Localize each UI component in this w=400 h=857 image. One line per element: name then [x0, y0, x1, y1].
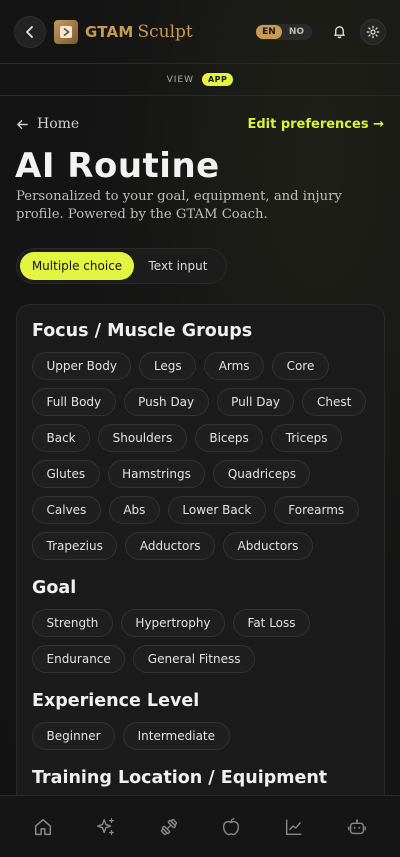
goal-chip-general-fitness[interactable]: General Fitness	[133, 645, 255, 673]
focus-chip-quadriceps[interactable]: Quadriceps	[213, 460, 311, 488]
location-section-title: Training Location / Equipment	[32, 768, 328, 788]
nav-home[interactable]	[25, 809, 61, 845]
focus-chip-list: Upper Body Legs Arms Core Full Body Push Day P…	[32, 352, 377, 560]
focus-chip-trapezius[interactable]: Trapezius	[32, 532, 118, 560]
home-link[interactable]: Home	[16, 116, 79, 132]
location-section: Training Location / Equipment	[32, 768, 384, 790]
focus-chip-arms[interactable]: Arms	[204, 352, 265, 380]
robot-icon	[347, 818, 366, 834]
goal-chip-endurance[interactable]: Endurance	[32, 645, 126, 673]
apple-icon	[223, 817, 240, 835]
chart-line-icon	[285, 819, 302, 835]
focus-chip-lower-back[interactable]: Lower Back	[167, 496, 266, 524]
logo-icon	[54, 19, 78, 44]
focus-section-title: Focus / Muscle Groups	[32, 321, 253, 341]
breadcrumb-row: Home Edit preferences →	[16, 114, 384, 134]
view-app-badge[interactable]: APP	[201, 73, 234, 86]
focus-chip-pull-day[interactable]: Pull Day	[216, 388, 295, 416]
page-subtitle: Personalized to your goal, equipment, an…	[16, 189, 342, 222]
text-input-tab[interactable]: Text input	[134, 252, 222, 280]
focus-section: Focus / Muscle Groups Upper Body Legs Arms…	[32, 321, 384, 560]
experience-chip-intermediate[interactable]: Intermediate	[123, 722, 230, 750]
view-switcher: VIEW APP	[0, 64, 400, 96]
routine-options-card: Focus / Muscle Groups Upper Body Legs Arms…	[16, 304, 385, 857]
goal-chip-strength[interactable]: Strength	[32, 609, 113, 637]
top-bar: GTAM Sculpt EN NO	[0, 0, 400, 64]
language-toggle[interactable]: EN NO	[256, 23, 312, 40]
focus-chip-core[interactable]: Core	[272, 352, 329, 380]
lang-no[interactable]: NO	[289, 27, 304, 37]
multiple-choice-tab[interactable]: Multiple choice	[20, 252, 134, 280]
focus-chip-forearms[interactable]: Forearms	[273, 496, 359, 524]
gear-icon	[366, 25, 380, 38]
back-arrow-icon	[26, 25, 33, 38]
notifications-button[interactable]	[324, 17, 354, 47]
goal-chip-list: Strength Hypertrophy Fat Loss Endurance Gene…	[32, 609, 377, 673]
focus-chip-hamstrings[interactable]: Hamstrings	[107, 460, 206, 488]
goal-section: Goal Strength Hypertrophy Fat Loss Enduranc…	[32, 578, 384, 673]
back-button[interactable]	[14, 15, 46, 48]
focus-chip-glutes[interactable]: Glutes	[32, 460, 100, 488]
focus-chip-push-day[interactable]: Push Day	[123, 388, 209, 416]
focus-chip-legs[interactable]: Legs	[139, 352, 197, 380]
edit-preferences-link[interactable]: Edit preferences →	[247, 117, 384, 132]
home-icon	[35, 818, 52, 835]
input-mode-toggle: Multiple choice Text input	[16, 248, 227, 284]
focus-chip-shoulders[interactable]: Shoulders	[98, 424, 187, 452]
experience-section: Experience Level Beginner Intermediate	[32, 691, 384, 750]
focus-chip-biceps[interactable]: Biceps	[194, 424, 264, 452]
focus-chip-back[interactable]: Back	[32, 424, 91, 452]
nav-workouts[interactable]	[151, 809, 187, 845]
nav-progress[interactable]	[276, 809, 312, 845]
focus-chip-triceps[interactable]: Triceps	[271, 424, 342, 452]
brand-name-script: Sculpt	[137, 21, 193, 42]
arrow-left-icon	[17, 119, 28, 129]
bottom-nav	[0, 795, 400, 857]
brand-name-bold: GTAM	[85, 22, 134, 41]
settings-button[interactable]	[360, 18, 386, 45]
sparkles-icon	[97, 817, 114, 835]
goal-chip-fat-loss[interactable]: Fat Loss	[233, 609, 311, 637]
view-label: VIEW	[166, 74, 194, 85]
focus-chip-chest[interactable]: Chest	[302, 388, 366, 416]
bell-icon	[333, 26, 345, 39]
nav-nutrition[interactable]	[213, 809, 249, 845]
focus-chip-upper-body[interactable]: Upper Body	[32, 352, 132, 380]
goal-chip-hypertrophy[interactable]: Hypertrophy	[120, 609, 226, 637]
experience-chip-beginner[interactable]: Beginner	[32, 722, 116, 750]
focus-chip-abs[interactable]: Abs	[108, 496, 160, 524]
nav-ai[interactable]	[88, 809, 124, 845]
focus-chip-full-body[interactable]: Full Body	[32, 388, 116, 416]
focus-chip-abductors[interactable]: Abductors	[223, 532, 313, 560]
goal-section-title: Goal	[32, 578, 77, 598]
nav-coach[interactable]	[339, 809, 375, 845]
focus-chip-adductors[interactable]: Adductors	[125, 532, 216, 560]
page-title: AI Routine	[15, 146, 220, 186]
focus-chip-calves[interactable]: Calves	[32, 496, 101, 524]
dumbbell-icon	[160, 818, 177, 835]
home-link-label: Home	[37, 116, 80, 132]
experience-section-title: Experience Level	[32, 691, 200, 711]
lang-en[interactable]: EN	[256, 24, 282, 39]
experience-chip-list: Beginner Intermediate	[32, 722, 377, 750]
app-page: GTAM Sculpt EN NO VIEW APP Home Edit pre…	[0, 0, 400, 857]
